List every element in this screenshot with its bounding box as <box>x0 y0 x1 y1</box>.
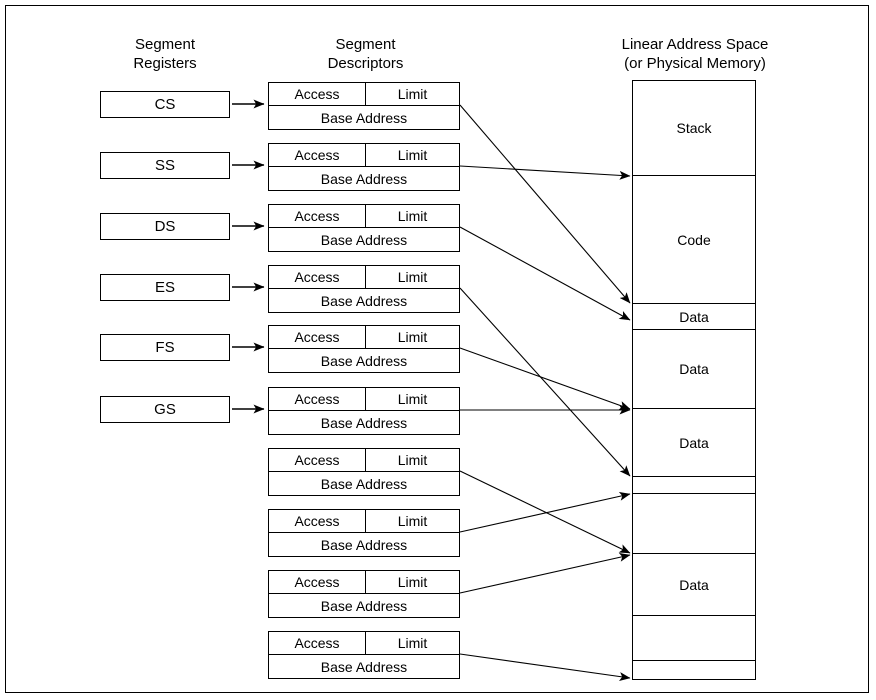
descriptor-access-field: Access <box>269 510 366 532</box>
descriptor-access-field: Access <box>269 83 366 105</box>
descriptor-access-field: Access <box>269 449 366 471</box>
segment-descriptor-3[interactable]: Access Limit Base Address <box>268 265 460 313</box>
segment-register-label: GS <box>154 401 176 418</box>
descriptor-access-field: Access <box>269 266 366 288</box>
memory-segment-7-data[interactable]: Data <box>633 554 755 616</box>
memory-segment-label: Code <box>677 231 711 248</box>
descriptor-base-address-field: Base Address <box>268 348 460 373</box>
memory-segment-2-data[interactable]: Data <box>633 304 755 330</box>
memory-segment-8-blank[interactable] <box>633 616 755 661</box>
segment-register-gs[interactable]: GS <box>100 396 230 423</box>
segment-descriptor-6[interactable]: Access Limit Base Address <box>268 448 460 496</box>
descriptor-base-address-field: Base Address <box>268 410 460 435</box>
segment-descriptor-7[interactable]: Access Limit Base Address <box>268 509 460 557</box>
descriptor-access-field: Access <box>269 326 366 348</box>
descriptor-base-address-field: Base Address <box>268 288 460 313</box>
descriptor-access-field: Access <box>269 571 366 593</box>
segment-register-ds[interactable]: DS <box>100 213 230 240</box>
segment-register-ss[interactable]: SS <box>100 152 230 179</box>
segment-descriptor-2[interactable]: Access Limit Base Address <box>268 204 460 252</box>
descriptor-access-limit-row: Access Limit <box>268 143 460 167</box>
memory-segment-4-data[interactable]: Data <box>633 409 755 477</box>
column-title-linear-address-space: Linear Address Space (or Physical Memory… <box>621 36 769 72</box>
descriptor-access-field: Access <box>269 144 366 166</box>
descriptor-base-address-field: Base Address <box>268 593 460 618</box>
memory-segment-1-code[interactable]: Code <box>633 176 755 304</box>
descriptor-limit-field: Limit <box>397 574 428 590</box>
memory-segment-0-stack[interactable]: Stack <box>633 81 755 176</box>
segment-descriptor-9[interactable]: Access Limit Base Address <box>268 631 460 679</box>
linear-address-space-column: Stack Code Data Data Data Data <box>632 80 756 680</box>
segment-register-label: DS <box>154 218 176 235</box>
memory-segment-3-data[interactable]: Data <box>633 330 755 409</box>
descriptor-limit-field: Limit <box>397 329 428 345</box>
descriptor-limit-field: Limit <box>397 391 428 407</box>
descriptor-access-field: Access <box>269 388 366 410</box>
segment-register-label: FS <box>155 339 175 356</box>
memory-segment-5-blank[interactable] <box>633 477 755 494</box>
diagram-page: Segment Registers Segment Descriptors Li… <box>0 0 876 700</box>
segment-register-es[interactable]: ES <box>100 274 230 301</box>
descriptor-limit-field: Limit <box>397 513 428 529</box>
segment-register-label: CS <box>154 96 176 113</box>
descriptor-access-limit-row: Access Limit <box>268 387 460 411</box>
descriptor-limit-field: Limit <box>397 86 428 102</box>
descriptor-access-limit-row: Access Limit <box>268 509 460 533</box>
segment-descriptor-4[interactable]: Access Limit Base Address <box>268 325 460 373</box>
descriptor-access-limit-row: Access Limit <box>268 448 460 472</box>
memory-segment-9-blank[interactable] <box>633 661 755 681</box>
descriptor-limit-field: Limit <box>397 208 428 224</box>
descriptor-base-address-field: Base Address <box>268 227 460 252</box>
descriptor-access-limit-row: Access Limit <box>268 325 460 349</box>
descriptor-base-address-field: Base Address <box>268 532 460 557</box>
segment-descriptor-1[interactable]: Access Limit Base Address <box>268 143 460 191</box>
descriptor-access-limit-row: Access Limit <box>268 631 460 655</box>
descriptor-access-field: Access <box>269 205 366 227</box>
memory-segment-label: Data <box>679 434 709 451</box>
column-title-segment-registers: Segment Registers <box>133 36 197 72</box>
segment-register-cs[interactable]: CS <box>100 91 230 118</box>
memory-segment-label: Data <box>679 361 709 377</box>
memory-segment-6-blank[interactable] <box>633 494 755 554</box>
descriptor-limit-field: Limit <box>397 452 428 468</box>
segment-register-label: SS <box>154 157 175 174</box>
segment-descriptor-5[interactable]: Access Limit Base Address <box>268 387 460 435</box>
descriptor-base-address-field: Base Address <box>268 654 460 679</box>
descriptor-limit-field: Limit <box>397 269 428 285</box>
descriptor-access-limit-row: Access Limit <box>268 570 460 594</box>
descriptor-access-limit-row: Access Limit <box>268 265 460 289</box>
column-title-segment-descriptors: Segment Descriptors <box>327 36 404 72</box>
segment-register-fs[interactable]: FS <box>100 334 230 361</box>
descriptor-limit-field: Limit <box>397 635 428 651</box>
descriptor-base-address-field: Base Address <box>268 166 460 191</box>
descriptor-limit-field: Limit <box>397 147 428 163</box>
descriptor-base-address-field: Base Address <box>268 471 460 496</box>
segment-descriptor-8[interactable]: Access Limit Base Address <box>268 570 460 618</box>
segment-register-label: ES <box>154 279 175 296</box>
memory-segment-label: Stack <box>676 120 712 136</box>
memory-segment-label: Data <box>679 308 709 325</box>
descriptor-base-address-field: Base Address <box>268 105 460 130</box>
descriptor-access-field: Access <box>269 632 366 654</box>
descriptor-access-limit-row: Access Limit <box>268 204 460 228</box>
segment-descriptor-0[interactable]: Access Limit Base Address <box>268 82 460 130</box>
memory-segment-label: Data <box>679 576 709 593</box>
descriptor-access-limit-row: Access Limit <box>268 82 460 106</box>
